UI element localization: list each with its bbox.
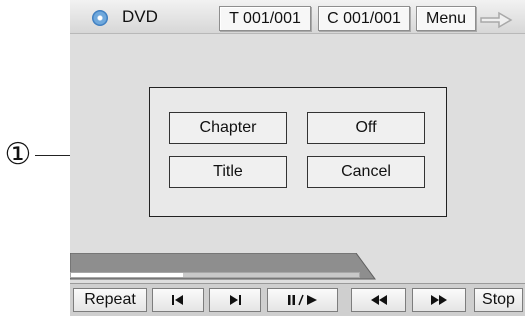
fast-forward-button[interactable] [412, 288, 466, 312]
rewind-button[interactable] [351, 288, 406, 312]
title-option-button[interactable]: Title [169, 156, 287, 188]
skip-next-icon [228, 294, 242, 306]
off-option-button[interactable]: Off [307, 112, 425, 144]
fast-forward-icon [430, 294, 448, 306]
skip-previous-button[interactable] [152, 288, 204, 312]
title-counter: T 001/001 [219, 6, 311, 31]
repeat-options-dialog: Chapter Off Title Cancel [149, 87, 447, 217]
figure-root: ① DVD T 001/001 C 001/001 Menu Chapter O… [0, 0, 525, 316]
playback-control-bar: Repeat Stop [70, 283, 525, 316]
forward-arrow-icon[interactable] [475, 8, 517, 32]
repeat-button[interactable]: Repeat [73, 288, 147, 312]
progress-bar[interactable] [70, 272, 360, 278]
progress-bar-fill [71, 273, 184, 277]
menu-button[interactable]: Menu [416, 6, 476, 31]
callout-number: ① [4, 137, 32, 172]
skip-next-button[interactable] [209, 288, 261, 312]
dvd-player-screen: DVD T 001/001 C 001/001 Menu Chapter Off… [70, 0, 525, 316]
rewind-icon [370, 294, 388, 306]
cancel-option-button[interactable]: Cancel [307, 156, 425, 188]
top-status-bar: DVD T 001/001 C 001/001 Menu [70, 0, 525, 34]
chapter-counter: C 001/001 [318, 6, 410, 31]
skip-previous-icon [171, 294, 185, 306]
source-label: DVD [122, 7, 158, 26]
stop-button[interactable]: Stop [474, 288, 523, 312]
play-pause-icon [286, 294, 320, 306]
chapter-option-button[interactable]: Chapter [169, 112, 287, 144]
disc-icon [92, 10, 108, 26]
play-pause-button[interactable] [267, 288, 338, 312]
progress-tab-shape [70, 253, 376, 280]
